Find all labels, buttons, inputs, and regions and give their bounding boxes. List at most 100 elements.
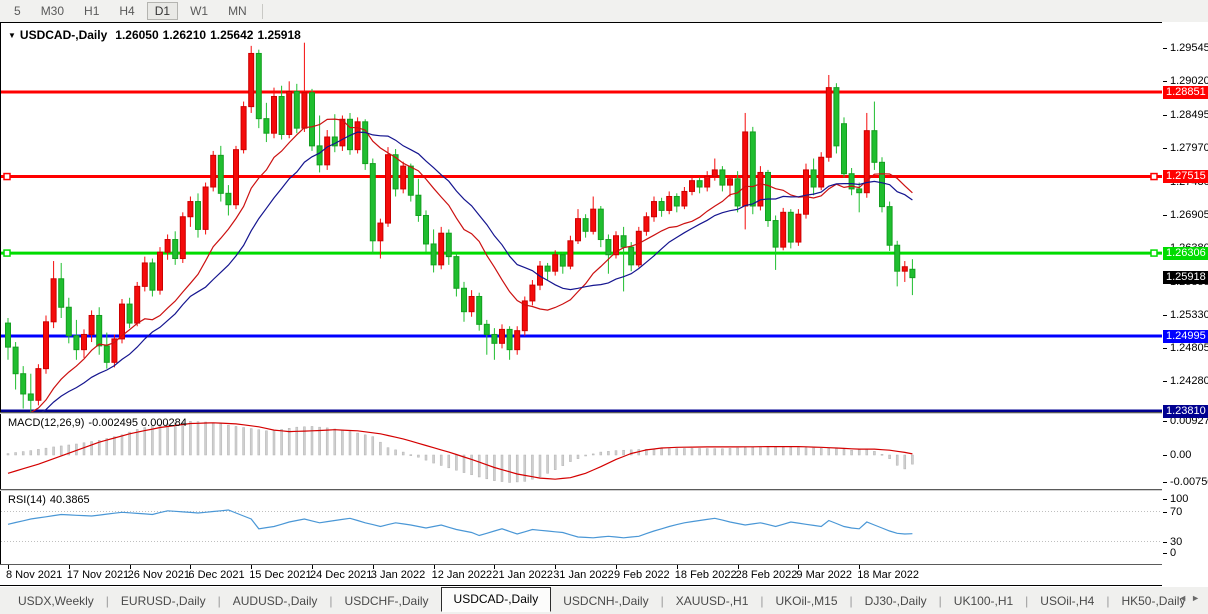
timeframe-button-MN[interactable]: MN (220, 2, 255, 20)
main-price-chart-canvas[interactable] (0, 24, 1162, 412)
price-axis-label: 1.24805 (1170, 342, 1208, 354)
hline-handle[interactable] (1151, 250, 1157, 256)
time-axis-label: 6 Dec 2021 (188, 569, 244, 581)
macd-axis-label: 0.00 (1170, 449, 1191, 461)
macd-histogram-bar (341, 430, 343, 455)
macd-histogram-bar (288, 428, 290, 455)
macd-histogram-bar (881, 454, 883, 455)
candle-body (598, 209, 603, 239)
macd-histogram-bar (53, 447, 55, 455)
price-axis[interactable]: 1.295451.290201.284951.279701.274301.269… (1162, 22, 1208, 586)
candle-body (621, 236, 626, 247)
macd-histogram-bar (592, 454, 594, 455)
ohlc-high: 1.26210 (163, 28, 206, 42)
tab-scroll-left-icon[interactable]: ◄ (1178, 593, 1191, 603)
macd-histogram-bar (265, 431, 267, 455)
candle-body (36, 369, 41, 401)
macd-histogram-bar (30, 451, 32, 455)
tab-audusd-daily[interactable]: AUDUSD-,Daily (221, 591, 330, 611)
macd-histogram-bar (721, 449, 723, 455)
axis-tick (1163, 421, 1167, 422)
tab-usdcad-daily[interactable]: USDCAD-,Daily (441, 587, 552, 612)
timeframe-button-D1[interactable]: D1 (147, 2, 178, 20)
candle-body (462, 288, 467, 311)
macd-histogram-bar (417, 455, 419, 457)
macd-histogram-bar (349, 432, 351, 455)
macd-histogram-bar (569, 455, 571, 462)
macd-histogram-bar (729, 448, 731, 455)
time-axis-label: 12 Jan 2022 (432, 569, 493, 581)
candle-body (887, 207, 892, 246)
tab-dj30-daily[interactable]: DJ30-,Daily (853, 591, 939, 611)
timeframe-button-M30[interactable]: M30 (33, 2, 72, 20)
macd-histogram-bar (387, 448, 389, 455)
hline-handle[interactable] (4, 174, 10, 180)
macd-histogram-bar (326, 428, 328, 455)
macd-histogram-bar (402, 452, 404, 455)
macd-histogram-bar (37, 449, 39, 455)
candle-body (545, 266, 550, 271)
candle-body (880, 162, 885, 206)
macd-histogram-bar (828, 448, 830, 455)
tab-usoil-h4[interactable]: USOil-,H4 (1028, 591, 1106, 611)
macd-histogram-bar (585, 455, 587, 456)
macd-histogram-bar (577, 455, 579, 459)
macd-histogram-bar (516, 455, 518, 482)
macd-histogram-bar (250, 429, 252, 455)
tab-usdchf-daily[interactable]: USDCHF-,Daily (333, 591, 441, 611)
axis-tick (1163, 553, 1167, 554)
macd-histogram-bar (691, 448, 693, 455)
macd-histogram-bar (524, 455, 526, 481)
hline-handle[interactable] (1151, 174, 1157, 180)
candle-body (469, 296, 474, 311)
tab-scroll-right-icon[interactable]: ► (1191, 593, 1204, 603)
macd-histogram-bar (668, 449, 670, 455)
time-axis[interactable]: 8 Nov 202117 Nov 202126 Nov 20216 Dec 20… (0, 565, 1162, 585)
toolbar-divider (262, 4, 263, 19)
tab-ukoil-m15[interactable]: UKOil-,M15 (764, 591, 850, 611)
candle-body (477, 296, 482, 324)
candle-body (644, 217, 649, 232)
tab-usdx-weekly[interactable]: USDX,Weekly (6, 591, 106, 611)
level-price-label: 1.27515 (1163, 170, 1208, 183)
macd-histogram-bar (896, 455, 898, 465)
chart-title: ▼USDCAD-,Daily1.260501.262101.256421.259… (8, 28, 305, 42)
timeframe-button-W1[interactable]: W1 (182, 2, 216, 20)
candle-body (636, 231, 641, 265)
tab-uk100-h1[interactable]: UK100-,H1 (942, 591, 1025, 611)
macd-name: MACD(12,26,9) (8, 417, 84, 429)
chart-dropdown-icon[interactable]: ▼ (8, 31, 16, 40)
tab-eurusd-daily[interactable]: EURUSD-,Daily (109, 591, 218, 611)
tab-xauusd-h1[interactable]: XAUUSD-,H1 (664, 591, 761, 611)
macd-histogram-bar (357, 433, 359, 455)
timeframe-button-H1[interactable]: H1 (76, 2, 107, 20)
macd-histogram-bar (607, 451, 609, 455)
macd-histogram-bar (805, 448, 807, 455)
current-price-label: 1.25918 (1163, 271, 1208, 284)
candle-body (591, 209, 596, 231)
macd-histogram-bar (744, 448, 746, 455)
candle-body (804, 170, 809, 214)
candle-body (446, 233, 451, 256)
macd-histogram-bar (547, 455, 549, 473)
price-axis-label: 1.29545 (1170, 42, 1208, 54)
rsi-indicator-canvas[interactable] (0, 491, 1162, 563)
macd-histogram-bar (486, 455, 488, 479)
candle-body (842, 124, 847, 174)
candle-body (44, 322, 49, 369)
macd-histogram-bar (281, 429, 283, 455)
macd-histogram-bar (15, 453, 17, 455)
macd-histogram-bar (258, 430, 260, 455)
candle-body (317, 146, 322, 165)
macd-histogram-bar (813, 448, 815, 455)
timeframe-button-5[interactable]: 5 (6, 2, 29, 20)
tab-usdcnh-daily[interactable]: USDCNH-,Daily (551, 591, 660, 611)
time-axis-label: 18 Feb 2022 (675, 569, 737, 581)
hline-handle[interactable] (4, 250, 10, 256)
candle-body (89, 315, 94, 334)
candle-body (401, 166, 406, 189)
rsi-axis-label: 0 (1170, 547, 1176, 559)
timeframe-button-H4[interactable]: H4 (111, 2, 142, 20)
candle-body (515, 331, 520, 350)
candle-body (234, 150, 239, 205)
